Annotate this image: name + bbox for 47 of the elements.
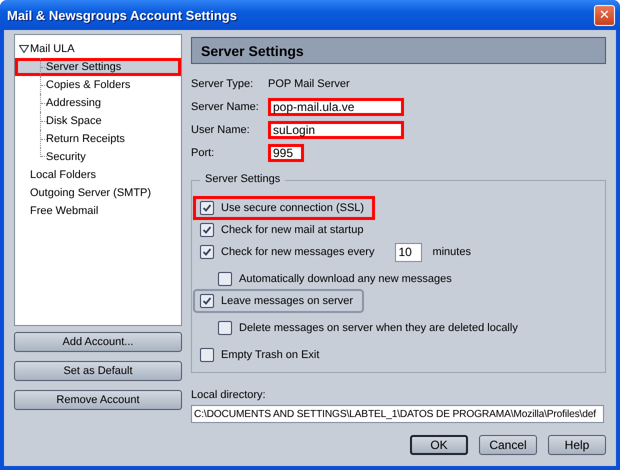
tree-item[interactable]: Server Settings xyxy=(15,58,181,76)
tree-item[interactable]: Outgoing Server (SMTP) xyxy=(15,184,181,202)
tree-item[interactable]: Security xyxy=(15,148,181,166)
field-label: User Name: xyxy=(191,124,251,136)
account-button[interactable]: Add Account... xyxy=(14,332,182,352)
checkbox[interactable] xyxy=(200,294,214,308)
dialog-button[interactable]: OK xyxy=(410,435,468,455)
server-type-value: POP Mail Server xyxy=(268,78,350,90)
checkbox[interactable] xyxy=(200,201,214,215)
input-field[interactable]: 995 xyxy=(268,144,304,162)
panel-header: Server Settings xyxy=(191,37,606,64)
input-field[interactable]: suLogin xyxy=(268,120,404,138)
checkbox-option[interactable]: Check for new messages every xyxy=(193,240,386,264)
checkbox[interactable] xyxy=(218,321,232,335)
close-button[interactable]: ✕ xyxy=(594,4,615,26)
expand-triangle-icon[interactable] xyxy=(19,45,29,53)
account-button[interactable]: Set as Default xyxy=(14,361,182,381)
account-button[interactable]: Remove Account xyxy=(14,390,182,410)
field-label: Local directory: xyxy=(191,389,267,401)
minutes-label: minutes xyxy=(432,246,471,258)
checkbox-option[interactable]: Automatically download any new messages xyxy=(211,267,463,291)
tree-item[interactable]: Return Receipts xyxy=(15,130,181,148)
field-label: Server Type: xyxy=(191,78,254,90)
tree-item[interactable]: Free Webmail xyxy=(15,202,181,220)
tree-item[interactable]: Copies & Folders xyxy=(15,76,181,94)
checkbox-option[interactable]: Check for new mail at startup xyxy=(193,218,374,242)
checkbox-option[interactable]: Delete messages on server when they are deleted locally xyxy=(211,316,529,340)
checkbox[interactable] xyxy=(218,272,232,286)
group-title: Server Settings xyxy=(200,173,286,185)
checkbox-option[interactable]: Leave messages on server xyxy=(193,289,364,313)
tree-item[interactable]: Mail ULA xyxy=(15,40,181,58)
checkbox[interactable] xyxy=(200,348,214,362)
input-field[interactable]: pop-mail.ula.ve xyxy=(268,98,404,116)
dialog-button[interactable]: Cancel xyxy=(479,435,537,455)
minutes-field[interactable]: 10 xyxy=(395,242,422,262)
checkbox[interactable] xyxy=(200,245,214,259)
field-label: Server Name: xyxy=(191,100,260,112)
directory-field[interactable]: C:\DOCUMENTS AND SETTINGS\LABTEL_1\DATOS DE PROGRAMA\Mozilla\Profiles\def xyxy=(191,405,604,423)
checkbox-option[interactable]: Use secure connection (SSL) xyxy=(193,196,376,220)
tree-item[interactable]: Disk Space xyxy=(15,112,181,130)
checkbox[interactable] xyxy=(200,223,214,237)
checkbox-option[interactable]: Empty Trash on Exit xyxy=(193,343,330,367)
window-title: Mail & Newsgroups Account Settings xyxy=(7,8,237,22)
tree-item[interactable]: Addressing xyxy=(15,94,181,112)
field-label: Port: xyxy=(191,146,216,158)
dialog-button[interactable]: Help xyxy=(548,435,606,455)
tree-item[interactable]: Local Folders xyxy=(15,166,181,184)
